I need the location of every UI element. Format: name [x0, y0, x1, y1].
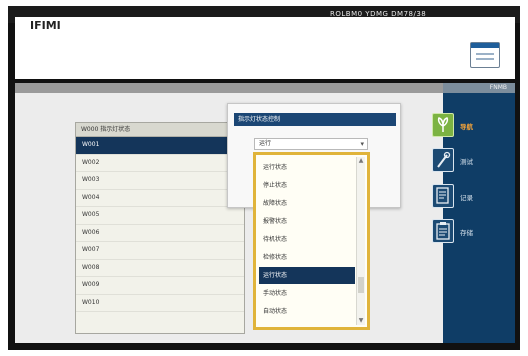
channel-list: W000 指示灯状态 W001 W002 W003 W004 W005 W006…: [75, 122, 245, 334]
window-icon[interactable]: [470, 42, 500, 68]
list-item[interactable]: W003: [76, 172, 244, 190]
dropdown-option[interactable]: 停止状态: [259, 177, 355, 194]
document-icon: [432, 184, 454, 208]
sidebar-item-label: 存储: [460, 229, 473, 237]
dropdown-option-selected[interactable]: 运行状态: [259, 267, 355, 284]
nav-header-label: FNMB: [489, 84, 507, 91]
dropdown-option[interactable]: 报警状态: [259, 213, 355, 230]
dropdown-option[interactable]: 待机状态: [259, 231, 355, 248]
content-header-strip: [15, 83, 443, 93]
app-title: IFIMI: [30, 19, 61, 32]
dropdown-option[interactable]: 自动状态: [259, 303, 355, 320]
dialog-title: 指示灯状态控制: [234, 113, 396, 126]
sidebar-item-storage[interactable]: 存储: [432, 219, 512, 247]
wrench-icon: [432, 148, 454, 172]
list-item[interactable]: W004: [76, 190, 244, 207]
dropdown-option[interactable]: 手动状态: [259, 285, 355, 302]
list-item[interactable]: W005: [76, 207, 244, 225]
dropdown-value: 运行: [259, 140, 272, 147]
leaf-icon: [432, 113, 454, 137]
sidebar-item-label: 记录: [460, 194, 473, 202]
clipboard-icon: [432, 219, 454, 243]
scroll-thumb[interactable]: [358, 277, 364, 293]
header-area: [15, 17, 515, 79]
options-scrollbar[interactable]: ▲ ▼: [356, 157, 365, 325]
chevron-down-icon: ▾: [360, 140, 364, 148]
sidebar-item-label: 测试: [460, 158, 473, 166]
list-item[interactable]: W007: [76, 242, 244, 260]
nav-header: FNMB: [443, 83, 515, 93]
status-dropdown[interactable]: 运行 ▾: [254, 138, 368, 150]
list-item[interactable]: W009: [76, 277, 244, 295]
list-item[interactable]: W006: [76, 225, 244, 242]
dropdown-options: 运行状态 停止状态 故障状态 报警状态 待机状态 检修状态 运行状态 手动状态 …: [253, 152, 370, 330]
list-item[interactable]: W008: [76, 260, 244, 277]
list-item[interactable]: W001: [76, 137, 244, 155]
sidebar-item-label: 导航: [460, 123, 473, 131]
dropdown-option[interactable]: 检修状态: [259, 249, 355, 266]
sidebar-item-test[interactable]: 测试: [432, 148, 512, 176]
dropdown-option[interactable]: 故障状态: [259, 195, 355, 212]
sidebar-item-record[interactable]: 记录: [432, 184, 512, 212]
scroll-down-icon[interactable]: ▼: [357, 317, 365, 325]
list-item[interactable]: W002: [76, 155, 244, 172]
list-header: W000 指示灯状态: [76, 123, 244, 137]
dropdown-option[interactable]: 运行状态: [259, 159, 355, 176]
scroll-up-icon[interactable]: ▲: [357, 157, 365, 165]
sidebar-item-navigate[interactable]: 导航: [432, 113, 512, 141]
list-item[interactable]: W010: [76, 295, 244, 312]
